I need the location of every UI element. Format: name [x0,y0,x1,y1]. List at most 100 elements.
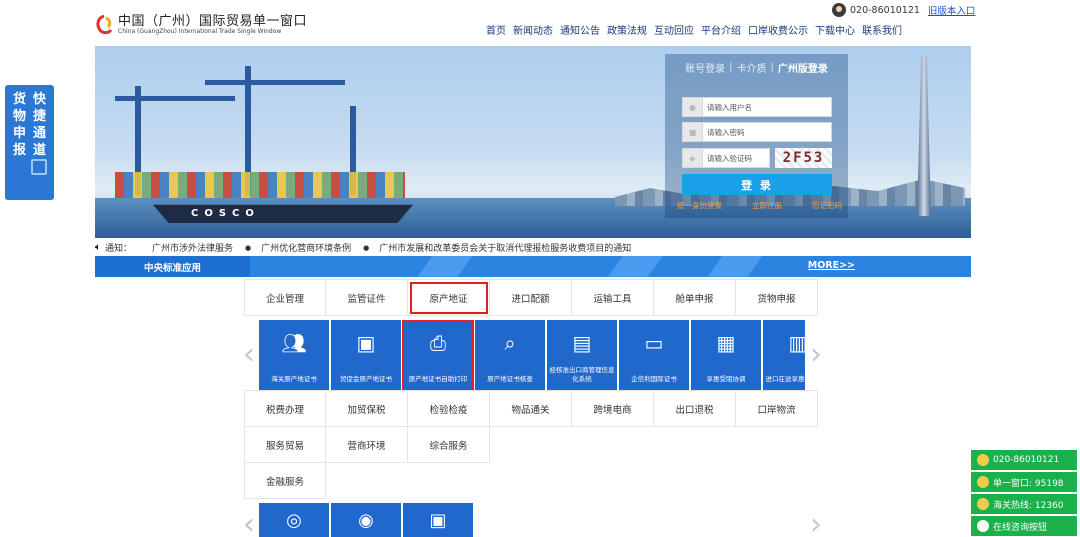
captcha-field[interactable]: ◆ 请输入验证码 [682,148,770,168]
printer-icon: ⎙ [430,331,446,355]
old-version-link[interactable]: 旧版本入口 [928,3,976,17]
users-icon: 👥︎ [281,331,307,355]
category-inspection[interactable]: 检验检疫 [408,391,490,427]
app-tile[interactable]: ⌕ 原产地证书核查 [475,320,545,390]
finance-tiles: ◎ ◉ ▣ [259,503,473,537]
carousel-prev-icon[interactable]: ‹ [243,505,257,537]
card-icon: ▭ [644,331,664,355]
app-tile[interactable]: 👥︎ 海关原产地证书 [259,320,329,390]
tab-account-login[interactable]: 账号登录 [685,60,725,75]
shield-icon: ◆ [683,149,703,167]
globe-shield-icon: ◉ [358,509,374,531]
login-panel: 账号登录 | 卡介质 | 广州版登录 ● 请输入用户名 ■ 请输入密码 ◆ 请输… [665,54,848,218]
category-permits[interactable]: 监管证件 [326,280,408,316]
user-icon: ● [683,98,703,116]
globe-icon: ◎ [286,509,302,531]
nav-downloads[interactable]: 下载中心 [815,22,855,37]
nav-home[interactable]: 首页 [486,22,506,37]
logo-emblem-icon [96,14,113,35]
clipboard-icon [31,159,47,175]
contact-customs-hotline[interactable]: 海关热线: 12360 [971,494,1077,514]
category-manifest[interactable]: 舱单申报 [654,280,736,316]
username-field[interactable]: ● 请输入用户名 [682,97,832,117]
notice-item[interactable]: 广州市发展和改革委员会关于取消代理报检服务收费项目的通知 [379,241,631,254]
captcha-placeholder: 请输入验证码 [707,153,752,163]
contact-phone[interactable]: 020-86010121 [971,450,1077,470]
category-port-logistics[interactable]: 口岸物流 [736,391,818,427]
captcha-image[interactable]: 2F53 [775,148,832,168]
nav-notices[interactable]: 通知公告 [560,22,600,37]
section-header: 中央标准应用 MORE>> [95,256,971,277]
carousel-next-icon[interactable]: › [810,335,824,375]
category-origin-cert[interactable]: 原产地证 [408,280,490,316]
category-finance[interactable]: 金融服务 [244,463,326,499]
certificate-icon: ▣ [356,331,376,355]
notice-item[interactable]: 广州优化营商环境条例 [261,241,351,254]
carousel-next-icon[interactable]: › [810,505,824,537]
document-icon: ▦ [716,331,736,355]
category-enterprise[interactable]: 企业管理 [244,280,326,316]
unified-login-link[interactable]: 统一身份登录 [677,200,722,211]
app-tile[interactable]: ▭ 企信利国际证书 [619,320,689,390]
service-avatar-icon [832,3,846,17]
speaker-icon: 🔈︎ [95,242,101,253]
category-business-env[interactable]: 营商环境 [326,427,408,463]
chat-icon [977,520,989,532]
finance-tile[interactable]: ▣ [403,503,473,537]
forgot-password-link[interactable]: 忘记密码 [812,200,842,211]
tab-gz-login[interactable]: 广州版登录 [778,60,828,75]
nav-policies[interactable]: 政策法规 [607,22,647,37]
nav-about[interactable]: 平台介绍 [701,22,741,37]
notice-label: 通知： [105,244,133,254]
nav-news[interactable]: 新闻动态 [513,22,553,37]
category-export-rebate[interactable]: 出口退税 [654,391,736,427]
app-tile[interactable]: ▥ 进口在途享惠税政申请 [763,320,805,390]
category-tax[interactable]: 税费办理 [244,391,326,427]
category-row: 服务贸易 营商环境 综合服务 [244,426,490,463]
lock-icon: ■ [683,123,703,141]
carousel-prev-icon[interactable]: ‹ [243,335,257,375]
register-link[interactable]: 立即注册 [752,200,782,211]
finance-tile[interactable]: ◎ [259,503,329,537]
category-goods-clearance[interactable]: 物品通关 [490,391,572,427]
hand-card-icon: ▣ [429,509,447,531]
category-row: 税费办理 加贸保税 检验检疫 物品通关 跨境电商 出口退税 口岸物流 [244,390,818,427]
contact-single-window[interactable]: 单一窗口: 95198 [971,472,1077,492]
main-nav: 首页 新闻动态 通知公告 政策法规 互动回应 平台介绍 口岸收费公示 下载中心 … [486,22,902,37]
search-doc-icon: ⌕ [504,331,516,355]
category-import-quota[interactable]: 进口配额 [490,280,572,316]
contact-online-chat[interactable]: 在线咨询按钮 [971,516,1077,536]
app-tile[interactable]: ▣ 贸促会原产地证书 [331,320,401,390]
section-title[interactable]: 中央标准应用 [95,256,250,277]
nav-port-fees[interactable]: 口岸收费公示 [748,22,808,37]
category-bonded[interactable]: 加贸保税 [326,391,408,427]
username-placeholder: 请输入用户名 [707,102,752,112]
notice-item[interactable]: 广州市涉外法律服务 [152,241,233,254]
phone-icon [977,454,989,466]
app-tile-self-print[interactable]: ⎙ 原产地证书自助打印 [402,320,474,390]
app-tile[interactable]: ▤ 经核准出口商管理信息化系统 [547,320,617,390]
category-goods-declaration[interactable]: 货物申报 [736,280,818,316]
finance-tile[interactable]: ◉ [331,503,401,537]
fast-declaration-float[interactable]: 货 快 物 捷 申 通 报 道 [5,85,54,200]
logo-title-en: China (GuangZhou) International Trade Si… [118,27,282,35]
app-tile[interactable]: ▦ 享惠受阻协调 [691,320,761,390]
nav-contact[interactable]: 联系我们 [862,22,902,37]
site-logo[interactable]: 中国（广州）国际贸易单一窗口 China (GuangZhou) Interna… [94,10,344,40]
more-link[interactable]: MORE>> [808,260,855,271]
password-field[interactable]: ■ 请输入密码 [682,122,832,142]
category-cross-border[interactable]: 跨境电商 [572,391,654,427]
notice-bar: 🔈︎ 通知： 广州市涉外法律服务 ● 广州优化营商环境条例 ● 广州市发展和改革… [95,241,632,254]
hotline-number: 020-86010121 [850,4,920,16]
login-button[interactable]: 登 录 [682,174,832,195]
logo-title-cn: 中国（广州）国际贸易单一窗口 [118,14,308,30]
login-tabs: 账号登录 | 卡介质 | 广州版登录 [685,60,828,75]
category-integrated[interactable]: 综合服务 [408,427,490,463]
login-links: 统一身份登录 立即注册 忘记密码 [677,200,842,211]
tab-card-login[interactable]: 卡介质 [737,60,767,75]
nav-interaction[interactable]: 互动回应 [654,22,694,37]
category-transport[interactable]: 运输工具 [572,280,654,316]
canton-tower [917,56,931,216]
category-service-trade[interactable]: 服务贸易 [244,427,326,463]
header-hotline: 020-86010121 旧版本入口 [832,3,975,17]
